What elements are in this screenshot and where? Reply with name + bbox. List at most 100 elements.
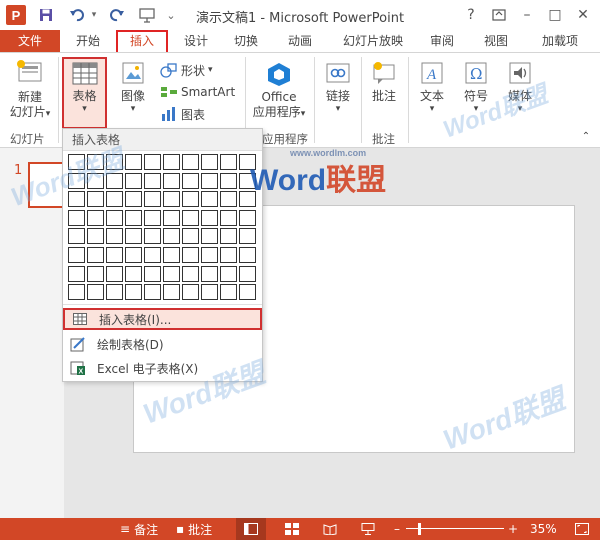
table-grid-cell[interactable] [87, 228, 104, 245]
zoom-out-button[interactable]: – [394, 518, 400, 540]
table-grid-cell[interactable] [182, 228, 199, 245]
table-grid-cell[interactable] [144, 228, 161, 245]
tab-addins[interactable]: 加载项 [532, 30, 588, 52]
table-grid-cell[interactable] [125, 172, 142, 189]
tab-review[interactable]: 审阅 [420, 30, 464, 52]
table-grid-cell[interactable] [144, 172, 161, 189]
table-grid-cell[interactable] [239, 172, 256, 189]
tab-transitions[interactable]: 切换 [226, 30, 266, 52]
image-button[interactable]: 图像 ▾ [112, 57, 154, 127]
slide-sorter-icon[interactable] [280, 518, 304, 540]
table-grid-cell[interactable] [106, 284, 123, 301]
table-grid-cell[interactable] [144, 209, 161, 226]
table-grid-cell[interactable] [144, 154, 161, 170]
table-grid-cell[interactable] [144, 284, 161, 301]
table-grid-cell[interactable] [125, 191, 142, 208]
close-icon[interactable]: ✕ [570, 4, 596, 26]
table-grid-cell[interactable] [163, 154, 180, 170]
table-grid-cell[interactable] [125, 209, 142, 226]
table-grid-cell[interactable] [220, 154, 237, 170]
table-grid-cell[interactable] [220, 172, 237, 189]
table-grid-cell[interactable] [239, 209, 256, 226]
table-grid-cell[interactable] [125, 265, 142, 282]
table-grid-cell[interactable] [87, 191, 104, 208]
comments-button[interactable]: ▪ 批注 [176, 518, 212, 540]
table-grid-cell[interactable] [68, 154, 85, 170]
help-icon[interactable]: ? [458, 4, 484, 26]
table-grid-cell[interactable] [201, 247, 218, 263]
table-grid-cell[interactable] [68, 172, 85, 189]
table-grid-cell[interactable] [87, 265, 104, 282]
table-grid-cell[interactable] [239, 228, 256, 245]
table-grid-cell[interactable] [68, 228, 85, 245]
zoom-in-button[interactable]: + [508, 518, 518, 540]
new-slide-button[interactable]: 新建 幻灯片▾ [4, 57, 56, 127]
table-grid-cell[interactable] [201, 209, 218, 226]
table-grid-cell[interactable] [201, 265, 218, 282]
media-button[interactable]: 媒体 ▾ [500, 57, 540, 127]
table-grid-cell[interactable] [68, 209, 85, 226]
link-button[interactable]: 链接 ▾ [318, 57, 358, 127]
table-grid-cell[interactable] [163, 191, 180, 208]
table-grid-cell[interactable] [163, 247, 180, 263]
ribbon-display-icon[interactable] [486, 4, 512, 26]
zoom-slider-thumb[interactable] [418, 523, 421, 535]
table-grid-cell[interactable] [125, 247, 142, 263]
table-grid-cell[interactable] [125, 228, 142, 245]
chart-button[interactable]: 图表 [160, 105, 205, 123]
table-grid-cell[interactable] [201, 172, 218, 189]
table-grid-cell[interactable] [68, 284, 85, 301]
tab-insert[interactable]: 插入 [116, 30, 168, 52]
table-grid-cell[interactable] [182, 247, 199, 263]
tab-view[interactable]: 视图 [474, 30, 518, 52]
table-grid-cell[interactable] [163, 209, 180, 226]
normal-view-icon[interactable] [236, 518, 266, 540]
table-grid-cell[interactable] [239, 265, 256, 282]
table-grid-cell[interactable] [87, 247, 104, 263]
table-grid-cell[interactable] [87, 154, 104, 170]
table-grid-cell[interactable] [125, 154, 142, 170]
table-grid-cell[interactable] [106, 228, 123, 245]
table-button[interactable]: 表格 ▾ [62, 57, 107, 129]
table-grid-cell[interactable] [125, 284, 142, 301]
collapse-ribbon-icon[interactable]: ⌃ [578, 131, 594, 145]
table-grid-cell[interactable] [163, 228, 180, 245]
table-grid-cell[interactable] [182, 265, 199, 282]
table-grid-cell[interactable] [87, 284, 104, 301]
table-grid-cell[interactable] [87, 172, 104, 189]
symbol-button[interactable]: Ω 符号 ▾ [456, 57, 496, 127]
draw-table-menu-item[interactable]: 绘制表格(D) [63, 333, 262, 355]
tab-animations[interactable]: 动画 [280, 30, 320, 52]
table-grid-cell[interactable] [220, 265, 237, 282]
notes-button[interactable]: ≡ 备注 [120, 518, 158, 540]
table-grid-cell[interactable] [220, 228, 237, 245]
slideshow-icon[interactable] [356, 518, 380, 540]
reading-view-icon[interactable] [318, 518, 342, 540]
table-grid-cell[interactable] [163, 172, 180, 189]
table-grid-cell[interactable] [144, 247, 161, 263]
table-grid-cell[interactable] [106, 247, 123, 263]
office-apps-button[interactable]: Office 应用程序▾ [248, 57, 310, 129]
table-grid-cell[interactable] [182, 172, 199, 189]
table-grid-cell[interactable] [239, 154, 256, 170]
zoom-level[interactable]: 35% [530, 518, 557, 540]
table-grid-cell[interactable] [239, 247, 256, 263]
zoom-slider[interactable] [406, 518, 504, 540]
tab-file[interactable]: 文件 [0, 30, 60, 52]
table-grid-cell[interactable] [182, 154, 199, 170]
table-grid-cell[interactable] [220, 247, 237, 263]
table-grid-cell[interactable] [106, 209, 123, 226]
table-grid-cell[interactable] [239, 284, 256, 301]
fit-to-window-icon[interactable] [572, 518, 592, 540]
table-grid-cell[interactable] [87, 209, 104, 226]
table-grid-cell[interactable] [144, 191, 161, 208]
insert-table-menu-item[interactable]: 插入表格(I)... [63, 308, 262, 330]
table-grid-cell[interactable] [68, 247, 85, 263]
minimize-icon[interactable]: – [514, 4, 540, 26]
table-grid-cell[interactable] [201, 284, 218, 301]
table-grid-cell[interactable] [220, 191, 237, 208]
excel-spreadsheet-menu-item[interactable]: X Excel 电子表格(X) [63, 357, 262, 379]
table-grid-cell[interactable] [220, 209, 237, 226]
table-grid-cell[interactable] [163, 265, 180, 282]
table-grid-cell[interactable] [201, 191, 218, 208]
